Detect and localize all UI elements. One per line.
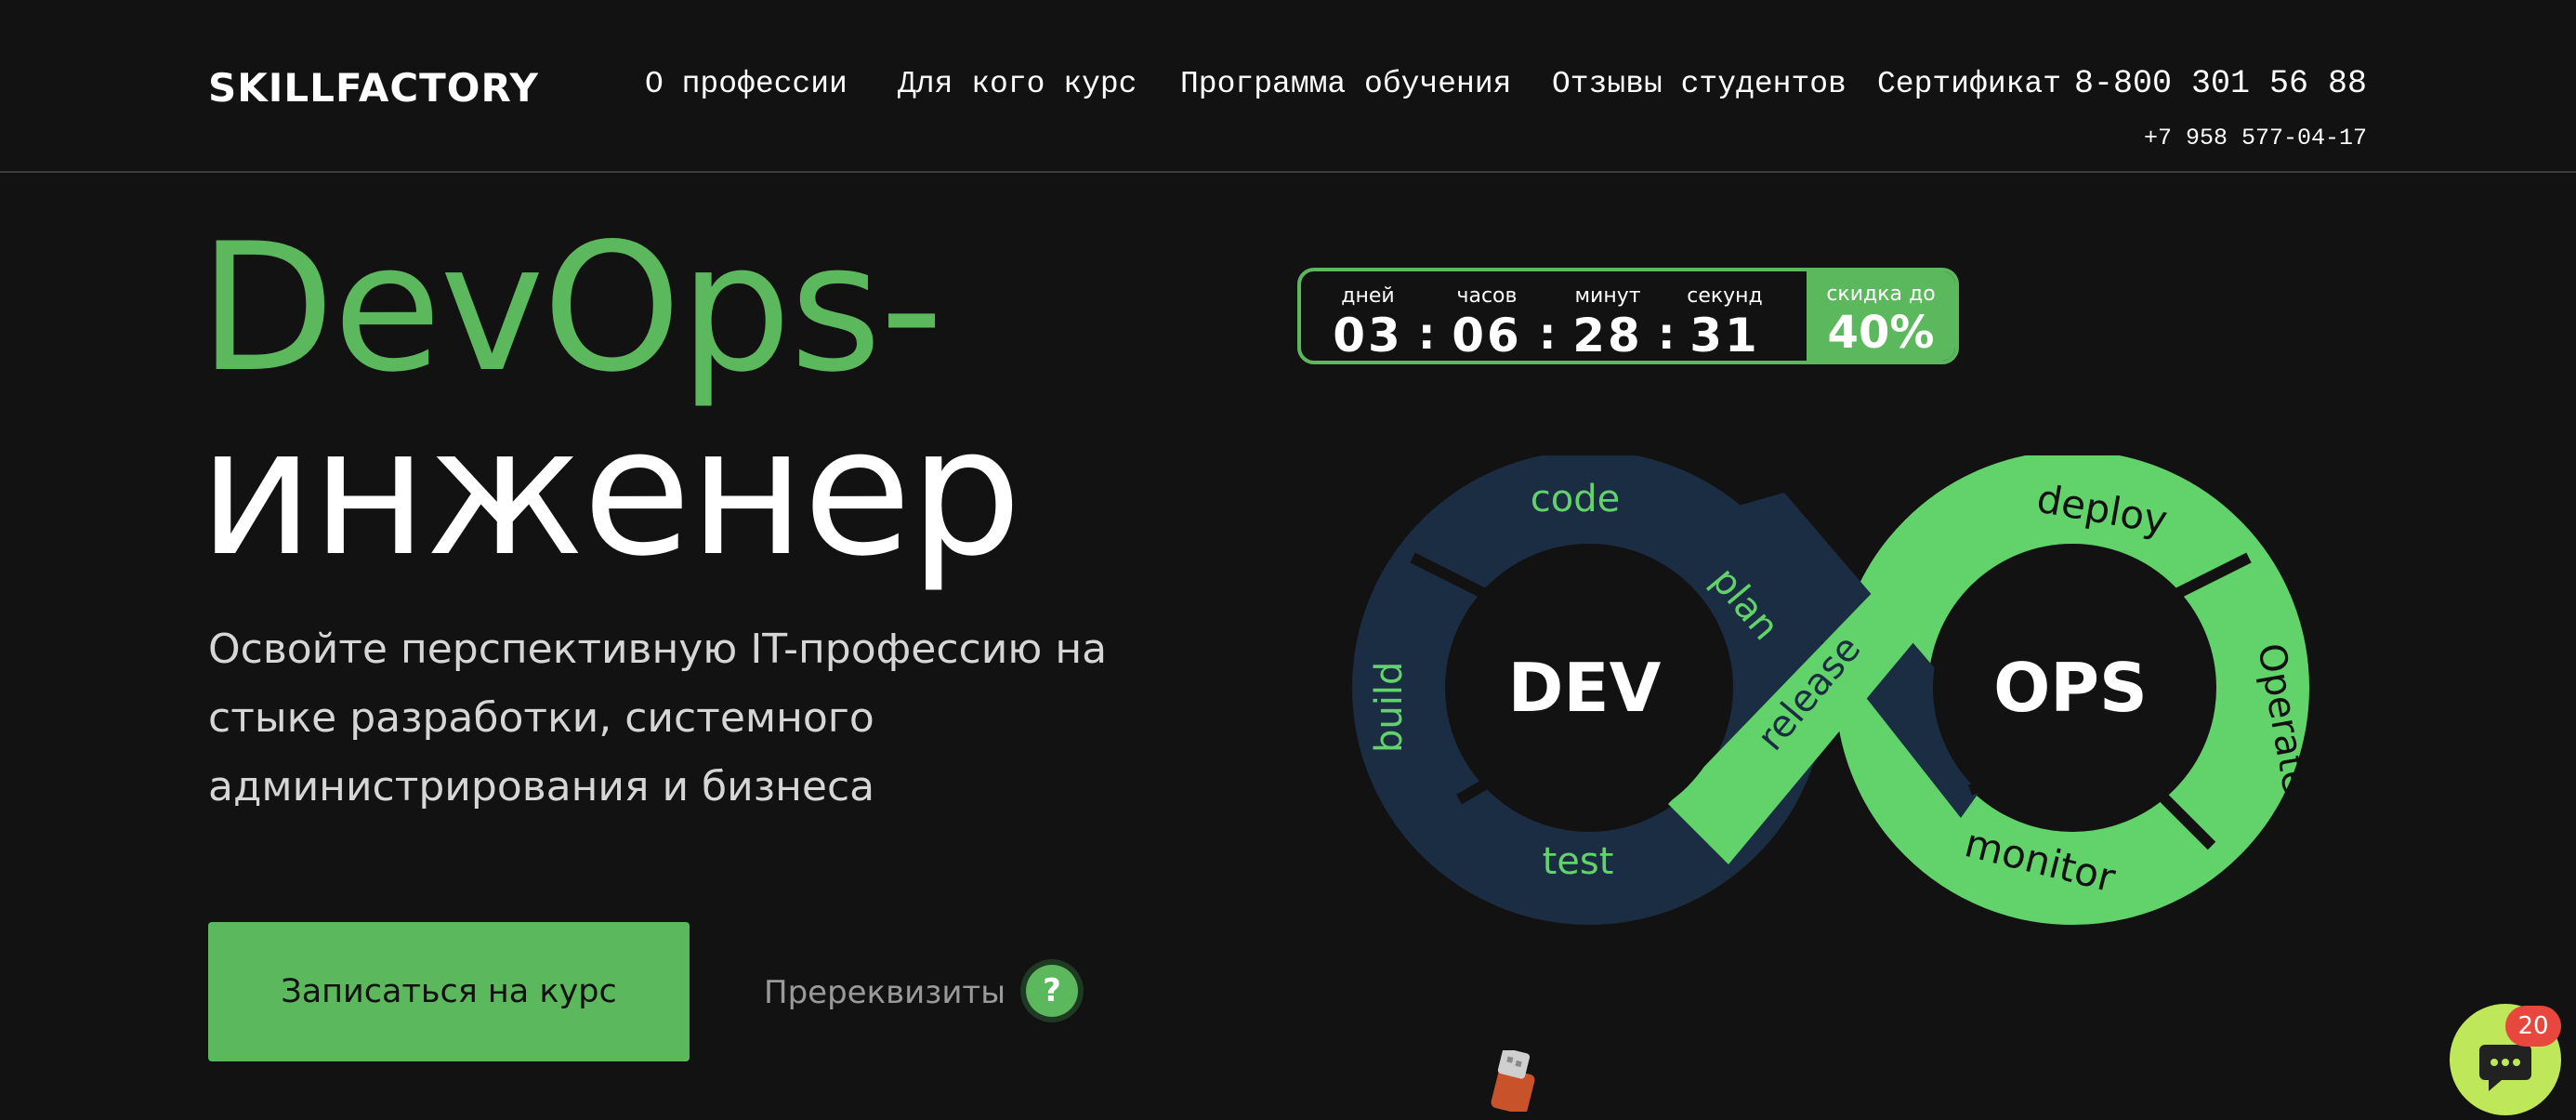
timer-value-seconds: 31 (1689, 309, 1760, 362)
nav-certificate[interactable]: Сертификат (1877, 67, 2061, 101)
phone-main[interactable]: 8-800 301 56 88 (2074, 65, 2367, 102)
help-icon[interactable]: ? (1026, 965, 1078, 1017)
timer-unit-hours: часов (1456, 284, 1518, 308)
nav-for-whom[interactable]: Для кого курс (898, 67, 1137, 101)
discount-badge: скидка до 40% (1807, 271, 1955, 361)
chat-unread-badge: 20 (2505, 1006, 2561, 1047)
timer-unit-minutes: минут (1574, 284, 1641, 308)
hero-title-line1: DevOps- (199, 205, 943, 411)
phone-alt[interactable]: +7 958 577-04-17 (2144, 125, 2367, 152)
skillfactory-logo[interactable]: SKILLFACTORY (208, 65, 539, 111)
hero-subtitle: Освойте перспективную IT-профессию на ст… (208, 626, 1108, 810)
timer-separator: : (1658, 309, 1676, 359)
prerequisites-link[interactable]: Пререквизиты (764, 974, 1005, 1011)
dev-label: DEV (1508, 649, 1662, 727)
enroll-button[interactable]: Записаться на курс (208, 922, 690, 1061)
timer-separator: : (1539, 309, 1557, 359)
timer-unit-days: дней (1341, 284, 1395, 308)
step-test: test (1543, 840, 1614, 883)
timer-value-hours: 06 (1452, 309, 1522, 362)
devops-infinity-diagram: DEV OPS code plan build test release dep… (1352, 455, 2318, 925)
nav-reviews[interactable]: Отзывы студентов (1552, 67, 1847, 101)
countdown-timer: дней часов минут секунд 03 : 06 : 28 : 3… (1297, 268, 1959, 364)
ops-label: OPS (1993, 649, 2148, 727)
nav-about-profession[interactable]: О профессии (645, 67, 848, 101)
usb-decoration-icon (1491, 1050, 1535, 1112)
timer-separator: : (1418, 309, 1436, 359)
timer-value-minutes: 28 (1572, 309, 1643, 362)
nav-program[interactable]: Программа обучения (1180, 67, 1511, 101)
discount-value: 40% (1827, 307, 1935, 359)
timer-value-days: 03 (1333, 309, 1403, 362)
timer-unit-seconds: секунд (1687, 284, 1763, 308)
discount-label: скидка до (1826, 283, 1936, 306)
site-header: SKILLFACTORY О профессии Для кого курс П… (0, 0, 2576, 173)
step-code: code (1531, 478, 1620, 520)
step-build: build (1368, 662, 1411, 753)
hero-title-line2: инженер (199, 389, 1021, 595)
